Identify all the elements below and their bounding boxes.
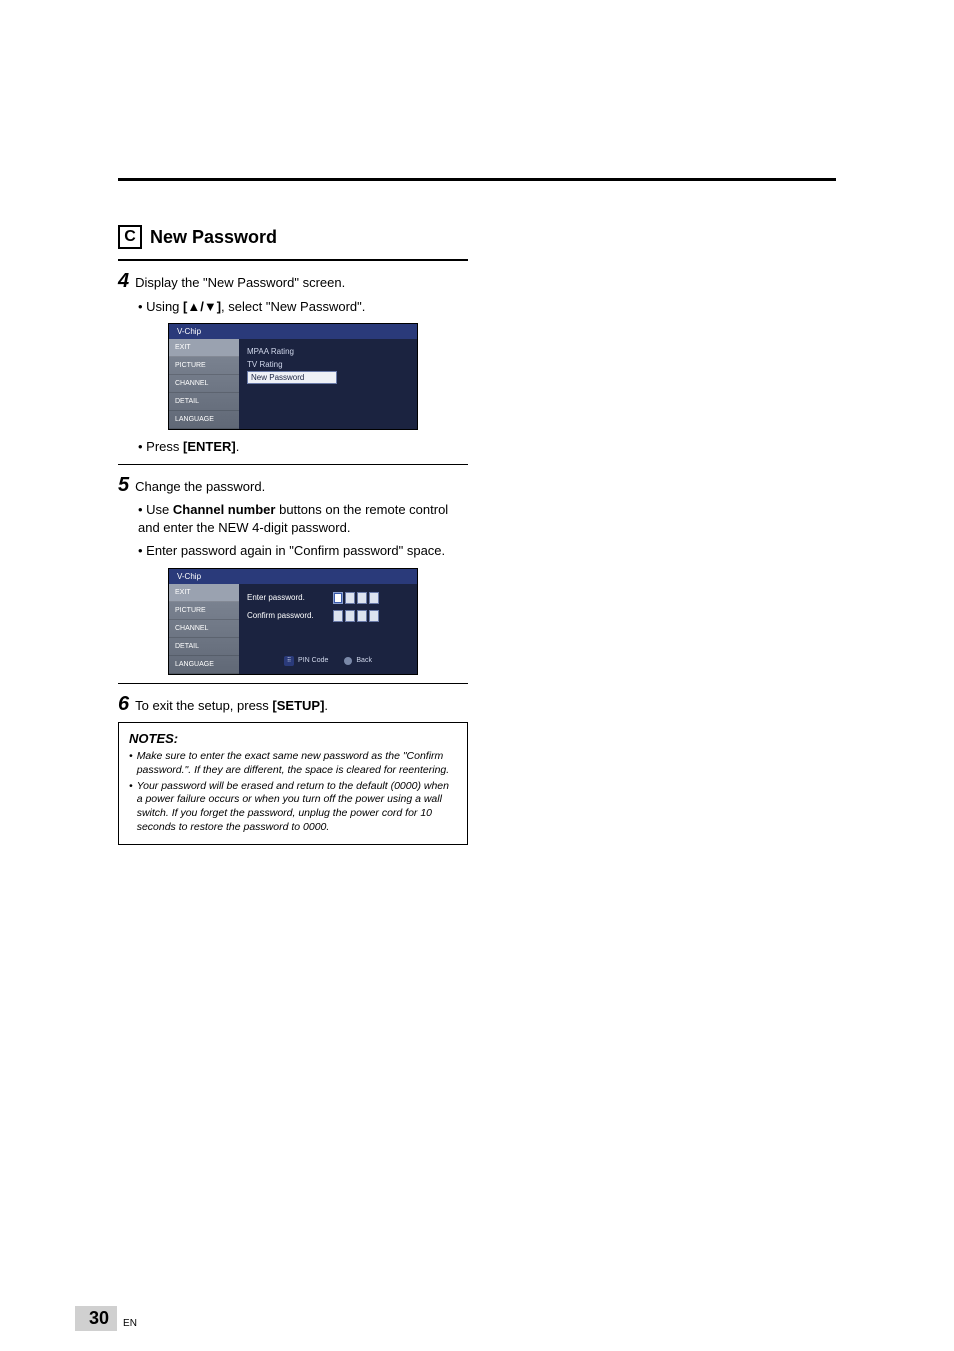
page-footer: 30 EN bbox=[75, 1306, 137, 1331]
osd-tab: CHANNEL bbox=[169, 620, 239, 638]
osd-tab: LANGUAGE bbox=[169, 656, 239, 674]
password-boxes bbox=[333, 610, 379, 622]
note-item: • Your password will be erased and retur… bbox=[129, 780, 457, 835]
divider bbox=[118, 464, 468, 465]
foot-pin-code: ⠿ PIN Code bbox=[284, 656, 328, 666]
step-6: 6 To exit the setup, press [SETUP]. bbox=[118, 694, 468, 715]
password-boxes bbox=[333, 592, 379, 604]
foot-back: Back bbox=[344, 657, 372, 665]
pw-digit bbox=[345, 610, 355, 622]
page-language: EN bbox=[123, 1318, 137, 1329]
osd-body: EXIT PICTURE CHANNEL DETAIL LANGUAGE MPA… bbox=[169, 339, 417, 429]
osd-tab: DETAIL bbox=[169, 393, 239, 411]
osd-right-panel: MPAA Rating TV Rating New Password bbox=[239, 339, 417, 429]
osd-tab: PICTURE bbox=[169, 602, 239, 620]
notes-box: NOTES: • Make sure to enter the exact sa… bbox=[118, 722, 468, 845]
pw-digit bbox=[333, 610, 343, 622]
osd-body: EXIT PICTURE CHANNEL DETAIL LANGUAGE Ent… bbox=[169, 584, 417, 674]
osd-row: MPAA Rating bbox=[247, 345, 409, 358]
top-rule bbox=[118, 178, 836, 181]
pw-digit bbox=[333, 592, 343, 604]
keycap: [▲/▼] bbox=[183, 299, 221, 314]
step5-bullet2: • Enter password again in "Confirm passw… bbox=[138, 542, 468, 560]
confirm-password-field: Confirm password. bbox=[247, 610, 409, 622]
press-enter-line: • Press [ENTER]. bbox=[138, 438, 468, 456]
section-heading: C New Password bbox=[118, 225, 468, 249]
bullet-text: • Using [▲/▼], select "New Password". bbox=[138, 298, 365, 316]
pw-digit bbox=[369, 610, 379, 622]
pw-digit bbox=[345, 592, 355, 604]
step-number: 4 bbox=[118, 271, 129, 291]
field-label: Confirm password. bbox=[247, 611, 327, 620]
step-text: Change the password. bbox=[135, 478, 265, 496]
bullet-dot: • bbox=[129, 750, 133, 777]
step-4: 4 Display the "New Password" screen. • U… bbox=[118, 271, 468, 315]
bullet-dot: • bbox=[129, 780, 133, 835]
field-label: Enter password. bbox=[247, 593, 327, 602]
main-column: C New Password 4 Display the "New Passwo… bbox=[118, 225, 468, 845]
enter-password-field: Enter password. bbox=[247, 592, 409, 604]
back-icon bbox=[344, 657, 352, 665]
step-text: To exit the setup, press [SETUP]. bbox=[135, 697, 328, 715]
keypad-icon: ⠿ bbox=[284, 656, 294, 666]
step-text: Display the "New Password" screen. bbox=[135, 274, 345, 292]
section-letter-box: C bbox=[118, 225, 142, 249]
step5-bullet1: • Use Channel number buttons on the remo… bbox=[138, 501, 468, 536]
osd-tab: EXIT bbox=[169, 339, 239, 357]
osd-tab: EXIT bbox=[169, 584, 239, 602]
osd-title: V-Chip bbox=[169, 569, 417, 584]
osd-password-dialog: V-Chip EXIT PICTURE CHANNEL DETAIL LANGU… bbox=[168, 568, 418, 675]
osd-title: V-Chip bbox=[169, 324, 417, 339]
notes-title: NOTES: bbox=[129, 731, 457, 746]
keycap: [ENTER] bbox=[183, 439, 236, 454]
page-number-box: 30 bbox=[75, 1306, 117, 1331]
osd-footer: ⠿ PIN Code Back bbox=[247, 650, 409, 666]
channel-number-bold: Channel number bbox=[173, 502, 276, 517]
step-number: 6 bbox=[118, 694, 129, 714]
osd-left-tabs: EXIT PICTURE CHANNEL DETAIL LANGUAGE bbox=[169, 584, 239, 674]
step4-bullet: • Using [▲/▼], select "New Password". bbox=[138, 298, 468, 316]
osd-tab: PICTURE bbox=[169, 357, 239, 375]
osd-left-tabs: EXIT PICTURE CHANNEL DETAIL LANGUAGE bbox=[169, 339, 239, 429]
divider bbox=[118, 683, 468, 684]
osd-row: TV Rating bbox=[247, 358, 409, 371]
osd-right-panel: Enter password. Confirm password. bbox=[239, 584, 417, 674]
page: C New Password 4 Display the "New Passwo… bbox=[0, 0, 954, 1351]
osd-vchip-menu: V-Chip EXIT PICTURE CHANNEL DETAIL LANGU… bbox=[168, 323, 418, 430]
pw-digit bbox=[357, 592, 367, 604]
keycap: [SETUP] bbox=[272, 698, 324, 713]
step-number: 5 bbox=[118, 475, 129, 495]
osd-tab: DETAIL bbox=[169, 638, 239, 656]
pw-digit bbox=[357, 610, 367, 622]
osd-row-selected: New Password bbox=[247, 371, 337, 384]
page-number: 30 bbox=[89, 1308, 109, 1328]
step-5: 5 Change the password. • Use Channel num… bbox=[118, 475, 468, 560]
note-item: • Make sure to enter the exact same new … bbox=[129, 750, 457, 777]
osd-tab: LANGUAGE bbox=[169, 411, 239, 429]
osd-tab: CHANNEL bbox=[169, 375, 239, 393]
section-title: New Password bbox=[150, 227, 277, 248]
section-letter: C bbox=[124, 228, 136, 246]
pw-digit bbox=[369, 592, 379, 604]
heading-rule bbox=[118, 259, 468, 261]
